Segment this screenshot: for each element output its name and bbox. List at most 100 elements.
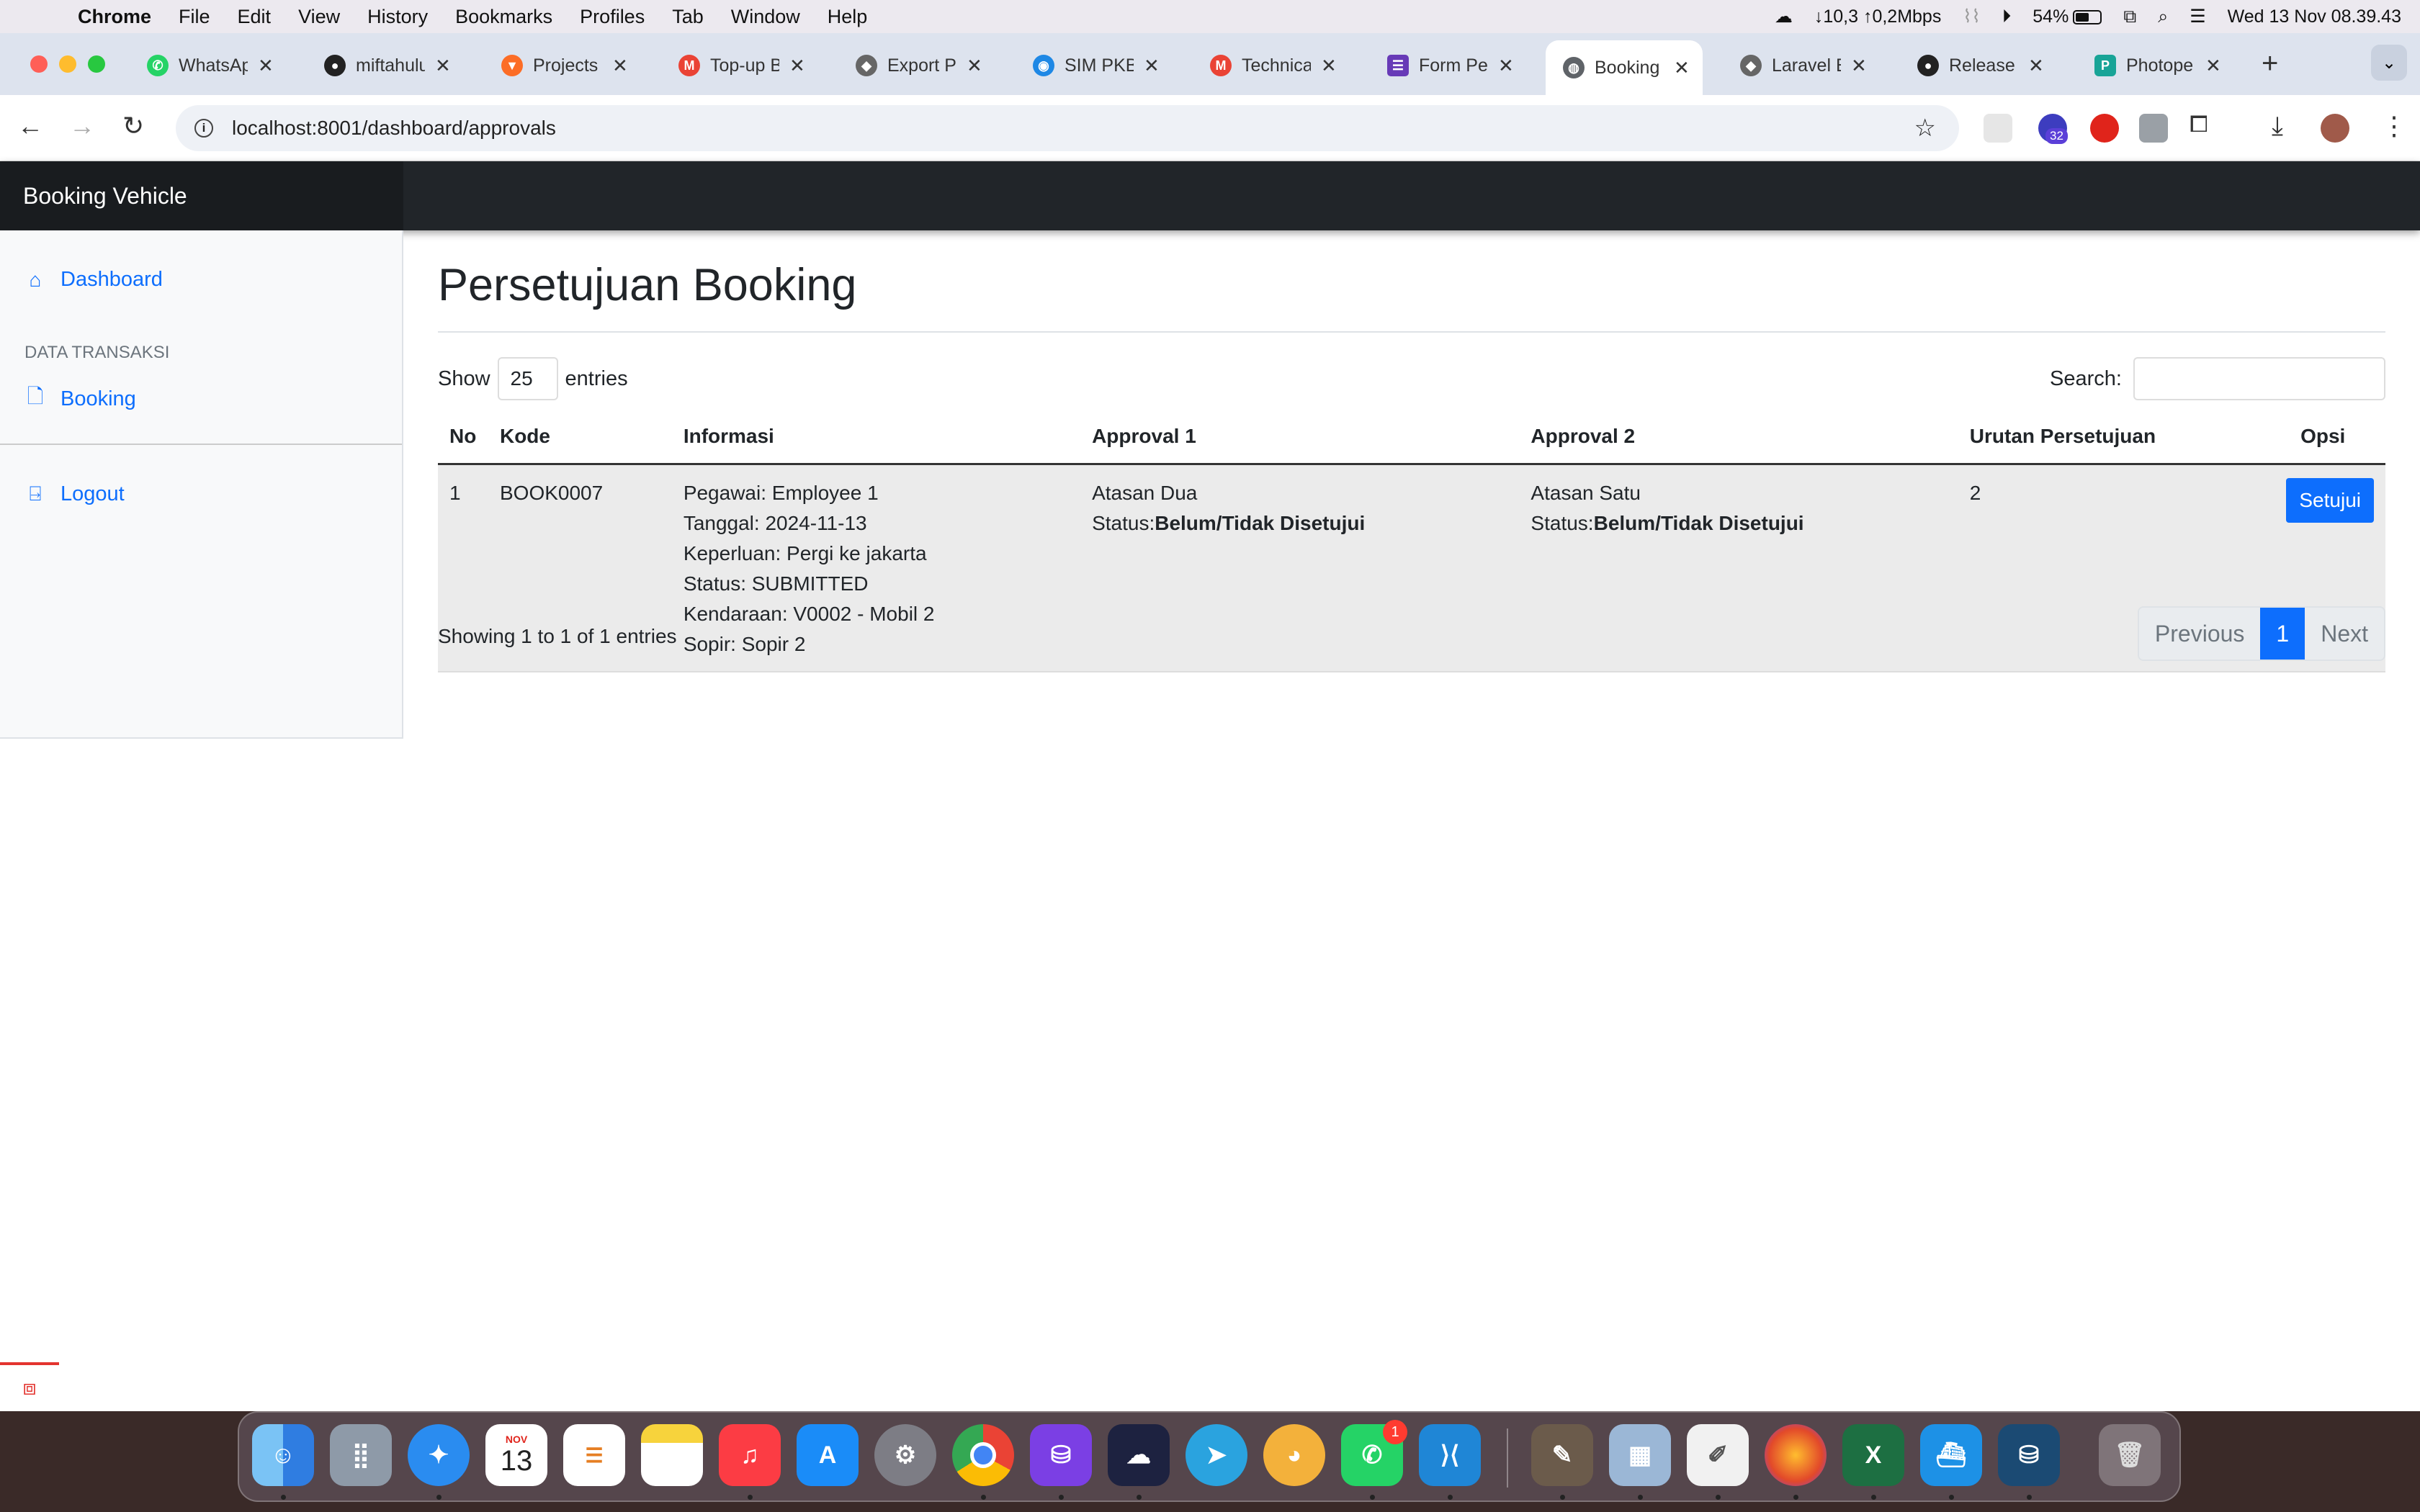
profile-avatar[interactable] (2321, 114, 2349, 143)
spotlight-search-icon[interactable]: ⌕ (2158, 6, 2168, 27)
system-settings-icon[interactable]: ⚙ (874, 1424, 936, 1486)
tab-gmail-topup[interactable]: M Top-up B ✕ (661, 43, 818, 88)
column-header-approval-1[interactable]: Approval 1 (1080, 415, 1520, 465)
image-viewer-icon[interactable]: ▦ (1609, 1424, 1671, 1486)
music-icon[interactable]: ♫ (719, 1424, 781, 1486)
mysql-workbench-icon[interactable]: ⛁ (1998, 1424, 2060, 1486)
window-close-button[interactable] (30, 55, 48, 73)
column-header-kode[interactable]: Kode (488, 415, 672, 465)
tab-close-icon[interactable]: ✕ (2205, 55, 2221, 77)
tab-close-icon[interactable]: ✕ (1321, 55, 1337, 77)
tab-close-icon[interactable]: ✕ (1851, 55, 1867, 77)
menu-edit[interactable]: Edit (224, 6, 285, 28)
site-info-icon[interactable]: i (194, 119, 213, 138)
extensions-puzzle-icon[interactable]: ⧠ (2190, 111, 2208, 138)
play-icon[interactable]: ⏵ (2002, 6, 2012, 27)
tab-close-icon[interactable]: ✕ (258, 55, 274, 77)
column-header-informasi[interactable]: Informasi (671, 415, 1081, 465)
firefox-icon[interactable] (1765, 1424, 1827, 1486)
wifi-activity-icon[interactable]: ⌇⌇ (1963, 6, 1980, 27)
menu-clock[interactable]: Wed 13 Nov 08.39.43 (2228, 6, 2401, 27)
excel-icon[interactable]: X (1842, 1424, 1904, 1486)
window-zoom-button[interactable] (88, 55, 105, 73)
reload-icon[interactable]: ↻ (122, 111, 144, 141)
tab-close-icon[interactable]: ✕ (789, 55, 805, 77)
safari-icon[interactable]: ✦ (408, 1424, 470, 1486)
sidebar-item-dashboard[interactable]: ⌂ Dashboard (24, 268, 163, 292)
extension-puzzle-grey-icon[interactable] (1984, 114, 2012, 143)
menu-tab[interactable]: Tab (658, 6, 717, 28)
reminders-icon[interactable]: ☰ (563, 1424, 625, 1486)
tab-close-icon[interactable]: ✕ (612, 55, 628, 77)
app-brand[interactable]: Booking Vehicle (0, 161, 403, 230)
tab-export[interactable]: ◆ Export Pl ✕ (838, 43, 995, 88)
approve-button[interactable]: Setujui (2286, 477, 2374, 523)
menu-history[interactable]: History (354, 6, 442, 28)
tab-gmail-technical[interactable]: M Technica ✕ (1193, 43, 1350, 88)
menu-window[interactable]: Window (717, 6, 814, 28)
tab-close-icon[interactable]: ✕ (1674, 57, 1690, 79)
pagination-previous-button[interactable]: Previous (2138, 608, 2261, 660)
extension-jar-icon[interactable] (2139, 114, 2168, 143)
tab-laravel[interactable]: ◆ Laravel E ✕ (1723, 43, 1880, 88)
menu-view[interactable]: View (284, 6, 354, 28)
column-header-approval-2[interactable]: Approval 2 (1519, 415, 1958, 465)
download-icon[interactable]: ⤓ (2272, 111, 2283, 142)
sidebar-item-booking[interactable]: 🗋 Booking (24, 382, 136, 416)
tab-search-chevron-icon[interactable]: ⌄ (2371, 45, 2407, 81)
tab-whatsapp[interactable]: ✆ WhatsAp ✕ (130, 43, 287, 88)
tab-close-icon[interactable]: ✕ (1498, 55, 1514, 77)
database-app-icon[interactable]: ⛁ (1030, 1424, 1092, 1486)
column-header-no[interactable]: No (438, 415, 488, 465)
chrome-menu-kebab-icon[interactable]: ⋮ (2381, 111, 2407, 141)
pagination-next-button[interactable]: Next (2305, 608, 2384, 660)
tab-photopea[interactable]: P Photope ✕ (2077, 43, 2234, 88)
telegram-icon[interactable]: ➤ (1186, 1424, 1247, 1486)
trash-icon[interactable]: 🗑 (2099, 1424, 2161, 1486)
address-bar[interactable]: i localhost:8001/dashboard/approvals ☆ (176, 105, 1959, 151)
menu-app-name[interactable]: Chrome (75, 6, 165, 28)
menu-help[interactable]: Help (814, 6, 882, 28)
preview-app-icon[interactable]: ✎ (1531, 1424, 1593, 1486)
bookmark-star-icon[interactable]: ☆ (1914, 114, 1936, 143)
sidebar-item-logout[interactable]: ⍈ Logout (24, 482, 125, 506)
pagination-page-1-button[interactable]: 1 (2260, 608, 2305, 660)
tab-close-icon[interactable]: ✕ (2028, 55, 2044, 77)
entries-per-page-select[interactable]: 25 (497, 357, 558, 400)
textedit-icon[interactable]: ✐ (1687, 1424, 1749, 1486)
dog-app-icon[interactable]: ◕ (1263, 1424, 1325, 1486)
calendar-icon[interactable]: NOV 13 (485, 1424, 547, 1486)
chrome-icon[interactable] (952, 1424, 1014, 1486)
finder-icon[interactable]: ☺ (252, 1424, 314, 1486)
tab-github-release[interactable]: ● Release ✕ (1900, 43, 2057, 88)
back-arrow-icon[interactable]: ← (17, 111, 43, 141)
battery-status[interactable]: 54% (2033, 6, 2102, 27)
search-input[interactable] (2133, 357, 2385, 400)
tab-form[interactable]: ☰ Form Per ✕ (1370, 43, 1527, 88)
menu-profiles[interactable]: Profiles (566, 6, 658, 28)
notes-icon[interactable] (641, 1424, 703, 1486)
control-center-icon[interactable]: ☰ (2190, 6, 2205, 27)
tab-booking-active[interactable]: ◍ Booking ✕ (1546, 40, 1703, 95)
extension-adblock-icon[interactable] (2090, 114, 2119, 143)
screen-mirroring-icon[interactable]: ⧉ (2123, 6, 2136, 27)
docker-icon[interactable]: ⛴ (1920, 1424, 1982, 1486)
forward-arrow-icon[interactable]: → (69, 111, 95, 141)
laravel-debugbar-icon[interactable]: ⧈ (0, 1362, 59, 1411)
app-store-icon[interactable]: A (797, 1424, 859, 1486)
tab-sim-pkb[interactable]: ◉ SIM PKB ✕ (1016, 43, 1173, 88)
terminal-cloud-icon[interactable]: ☁ (1108, 1424, 1170, 1486)
column-header-urutan[interactable]: Urutan Persetujuan (1958, 415, 2261, 465)
tab-gitlab-projects[interactable]: ▼ Projects ✕ (484, 43, 641, 88)
network-speed[interactable]: ↓10,3 ↑0,2Mbps (1814, 6, 1942, 27)
new-tab-plus-icon[interactable]: + (2262, 48, 2278, 80)
tab-close-icon[interactable]: ✕ (967, 55, 982, 77)
menu-bookmarks[interactable]: Bookmarks (442, 6, 566, 28)
cloud-status-icon[interactable]: ☁ (1775, 6, 1793, 27)
launchpad-icon[interactable]: ⣿ (330, 1424, 392, 1486)
menu-file[interactable]: File (165, 6, 224, 28)
tab-close-icon[interactable]: ✕ (1144, 55, 1160, 77)
vscode-icon[interactable]: ⟩⟨ (1419, 1424, 1481, 1486)
tab-github-profile[interactable]: ● miftahulu ✕ (307, 43, 464, 88)
tab-close-icon[interactable]: ✕ (435, 55, 451, 77)
